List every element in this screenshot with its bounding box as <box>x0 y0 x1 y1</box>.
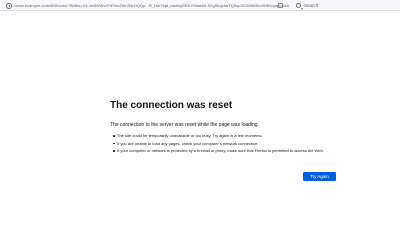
browser-toolbar: www.example.com/800/overr?Wdha=Vk-vmE6Wv… <box>0 0 400 11</box>
error-description: The connection to the server was reset w… <box>110 122 259 128</box>
url-text[interactable]: www.example.com/800/overr?Wdha=Vk-vmE6Wv… <box>15 3 289 8</box>
url-bar[interactable]: www.example.com/800/overr?Wdha=Vk-vmE6Wv… <box>6 1 296 10</box>
toolbar-icons <box>278 1 283 10</box>
list-item: The site could be temporarily unavailabl… <box>113 133 339 138</box>
error-suggestions: The site could be temporarily unavailabl… <box>113 133 339 156</box>
error-page-content: The connection was reset The connection … <box>110 100 340 153</box>
page-title: The connection was reset <box>110 100 233 111</box>
page-action-icon[interactable] <box>278 3 283 8</box>
search-icon <box>296 3 301 8</box>
search-bar[interactable]: Search <box>296 1 396 10</box>
search-placeholder[interactable]: Search <box>304 3 318 8</box>
try-again-button[interactable]: Try Again <box>303 172 336 181</box>
site-info-icon[interactable] <box>6 2 12 9</box>
list-item: If your computer or network is protected… <box>113 148 339 153</box>
list-item: If you are unable to load any pages, che… <box>113 141 339 146</box>
